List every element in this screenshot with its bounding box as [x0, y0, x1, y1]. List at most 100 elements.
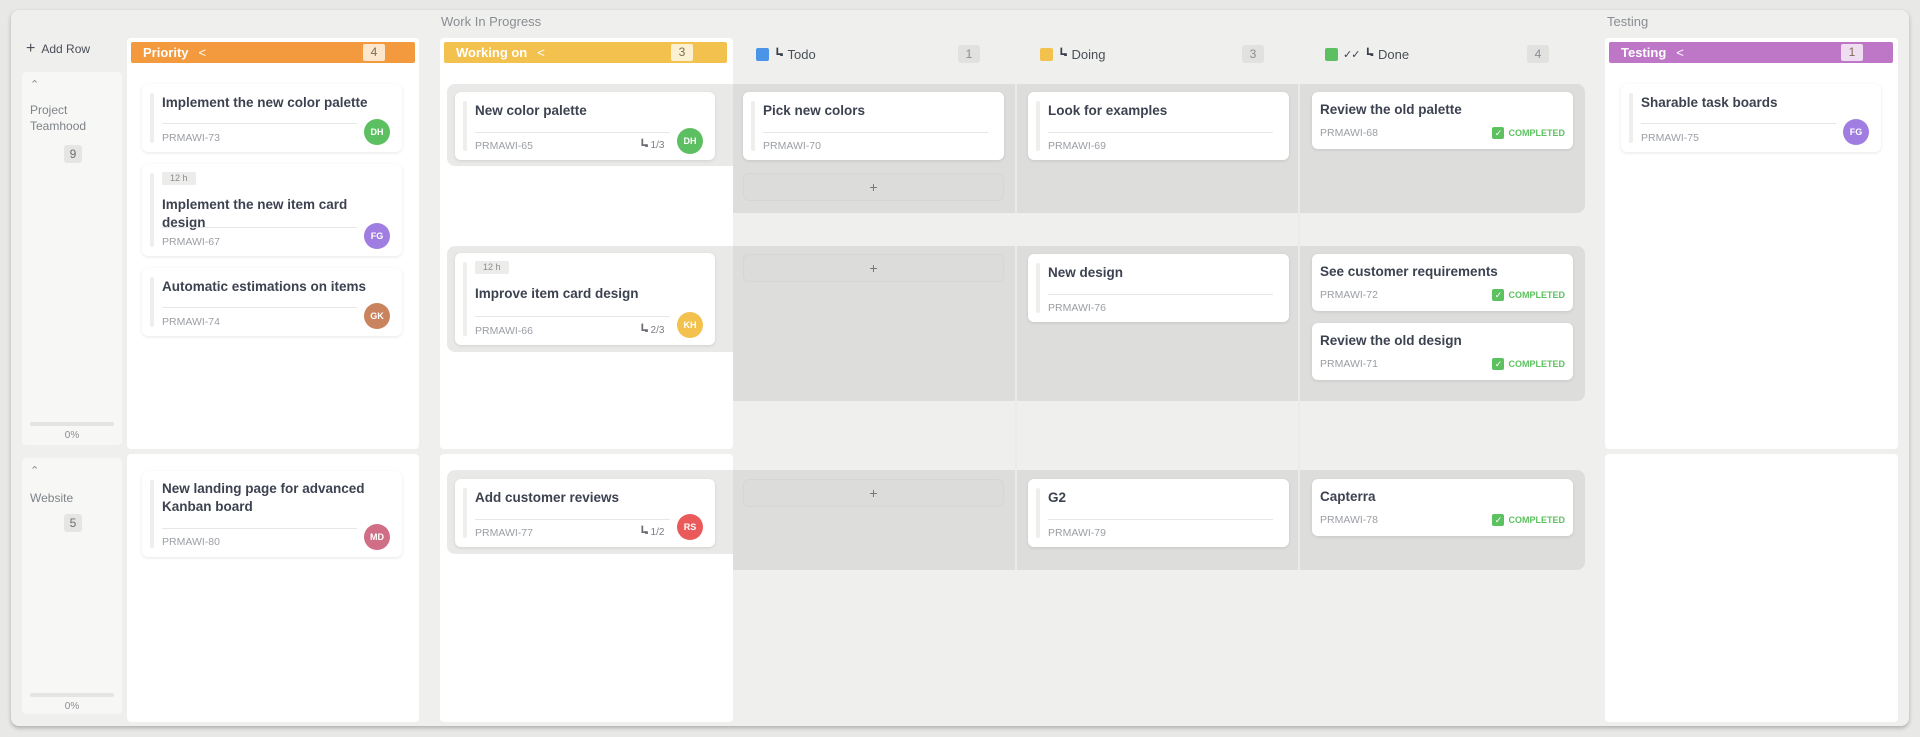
collapse-left-icon[interactable]: <: [537, 45, 545, 60]
row-count-badge: 5: [64, 514, 82, 532]
collapse-chevron-icon[interactable]: ⌃: [30, 464, 39, 477]
lane-divider: [1298, 84, 1300, 570]
row-header-project-teamhood[interactable]: ⌃ Project Teamhood 9 0%: [22, 72, 122, 445]
card-prmawi-68[interactable]: Review the old palette PRMAWI-68 ✓ COMPLE…: [1312, 92, 1573, 149]
avatar[interactable]: DH: [364, 119, 390, 145]
row-title: Website: [30, 491, 74, 505]
row-header-website[interactable]: ⌃ Website 5 0%: [22, 458, 122, 714]
subtasks-icon: ┗▪: [1058, 48, 1067, 61]
avatar[interactable]: FG: [364, 223, 390, 249]
avatar[interactable]: KH: [677, 312, 703, 338]
card-title: New landing page for advanced Kanban boa…: [162, 481, 365, 514]
column-count-todo: 1: [958, 44, 980, 64]
subtasks-icon: ┗▪: [1364, 48, 1373, 61]
check-icon: ✓: [1492, 127, 1505, 139]
column-header-testing[interactable]: Testing < 1: [1609, 42, 1893, 63]
add-card-button[interactable]: +: [743, 479, 1004, 507]
card-accent-bar: [1629, 93, 1633, 143]
column-count-done: 4: [1527, 44, 1549, 64]
card-prmawi-69[interactable]: Look for examples PRMAWI-69: [1028, 92, 1289, 160]
column-header-done[interactable]: ✓✓ ┗▪ Done: [1325, 44, 1409, 64]
card-prmawi-80[interactable]: New landing page for advanced Kanban boa…: [142, 471, 402, 557]
plus-icon: +: [26, 40, 36, 57]
card-prmawi-76[interactable]: New design PRMAWI-76: [1028, 254, 1289, 322]
check-icon: ✓: [1492, 358, 1505, 370]
collapse-left-icon[interactable]: <: [1676, 45, 1684, 60]
card-divider: [1048, 132, 1273, 133]
card-prmawi-66[interactable]: 12 h Improve item card design PRMAWI-66 …: [455, 253, 715, 345]
column-title: Doing: [1071, 46, 1106, 62]
card-prmawi-72[interactable]: See customer requirements PRMAWI-72 ✓ COM…: [1312, 254, 1573, 311]
card-accent-bar: [150, 93, 154, 143]
card-title: Review the old palette: [1320, 102, 1462, 117]
group-label-testing: Testing: [1607, 14, 1649, 29]
completed-badge: ✓ COMPLETED: [1492, 289, 1565, 301]
card-accent-bar: [1036, 101, 1040, 151]
avatar[interactable]: RS: [677, 514, 703, 540]
subtasks-icon: ┗▪: [639, 325, 648, 337]
card-id: PRMAWI-78: [1320, 514, 1378, 526]
card-prmawi-70[interactable]: Pick new colors PRMAWI-70: [743, 92, 1004, 160]
card-accent-bar: [751, 101, 755, 151]
card-title: Implement the new color palette: [162, 95, 368, 110]
collapse-chevron-icon[interactable]: ⌃: [30, 78, 39, 91]
card-divider: [162, 227, 357, 228]
card-prmawi-74[interactable]: Automatic estimations on items PRMAWI-74…: [142, 268, 402, 336]
completed-label: COMPLETED: [1508, 290, 1565, 300]
card-accent-bar: [463, 101, 467, 151]
column-header-todo[interactable]: ┗▪ Todo: [756, 44, 816, 64]
avatar[interactable]: MD: [364, 524, 390, 550]
card-prmawi-79[interactable]: G2 PRMAWI-79: [1028, 479, 1289, 547]
add-row-button[interactable]: + Add Row: [26, 40, 90, 57]
card-id: PRMAWI-66: [475, 325, 533, 337]
card-title: Pick new colors: [763, 103, 866, 118]
add-card-button[interactable]: +: [743, 173, 1004, 201]
card-prmawi-67[interactable]: 12 h Implement the new item card design …: [142, 164, 402, 256]
card-prmawi-65[interactable]: New color palette PRMAWI-65 ┗▪ 1/3 DH: [455, 92, 715, 160]
testing-column-row2: [1605, 454, 1898, 722]
card-prmawi-71[interactable]: Review the old design PRMAWI-71 ✓ COMPLET…: [1312, 323, 1573, 380]
card-id: PRMAWI-71: [1320, 358, 1378, 370]
card-prmawi-78[interactable]: Capterra PRMAWI-78 ✓ COMPLETED: [1312, 479, 1573, 536]
card-accent-bar: [1036, 263, 1040, 313]
avatar[interactable]: DH: [677, 128, 703, 154]
group-label-wip: Work In Progress: [441, 14, 542, 29]
color-swatch: [756, 47, 769, 61]
add-card-button[interactable]: +: [743, 254, 1004, 282]
completed-label: COMPLETED: [1508, 515, 1565, 525]
completed-badge: ✓ COMPLETED: [1492, 127, 1565, 139]
card-divider: [1048, 294, 1273, 295]
lane-gap: [1015, 213, 1017, 246]
avatar[interactable]: GK: [364, 303, 390, 329]
row-progress-bar: [30, 693, 114, 697]
card-accent-bar: [463, 488, 467, 538]
avatar[interactable]: FG: [1843, 119, 1869, 145]
card-accent-bar: [463, 262, 467, 336]
column-header-doing[interactable]: ┗▪ Doing: [1040, 44, 1106, 64]
subtasks-counter: ┗▪ 1/3: [639, 139, 664, 152]
card-prmawi-75[interactable]: Sharable task boards PRMAWI-75 FG: [1621, 84, 1881, 152]
collapse-left-icon[interactable]: <: [199, 45, 207, 60]
column-title: Done: [1377, 46, 1410, 62]
card-title: Sharable task boards: [1641, 95, 1778, 110]
card-divider: [1048, 519, 1273, 520]
check-icon: ✓: [1492, 514, 1505, 526]
row-progress-label: 0%: [64, 701, 80, 712]
card-divider: [162, 123, 357, 124]
column-header-working-on[interactable]: Working on < 3: [444, 42, 727, 63]
card-prmawi-73[interactable]: Implement the new color palette PRMAWI-7…: [142, 84, 402, 152]
card-prmawi-77[interactable]: Add customer reviews PRMAWI-77 ┗▪ 1/2 RS: [455, 479, 715, 547]
card-divider: [162, 528, 357, 529]
subtasks-value: 2/3: [650, 325, 665, 336]
column-count-badge: 3: [671, 44, 693, 61]
column-count-badge: 4: [363, 44, 385, 61]
column-count-badge: 3: [1242, 45, 1264, 63]
column-header-priority[interactable]: Priority < 4: [131, 42, 415, 63]
card-accent-bar: [150, 277, 154, 327]
subtasks-counter: ┗▪ 2/3: [639, 324, 664, 337]
card-title: Review the old design: [1320, 333, 1462, 348]
card-divider: [1641, 123, 1836, 124]
card-divider: [763, 132, 988, 133]
card-divider: [475, 316, 670, 317]
card-id: PRMAWI-67: [162, 236, 220, 248]
